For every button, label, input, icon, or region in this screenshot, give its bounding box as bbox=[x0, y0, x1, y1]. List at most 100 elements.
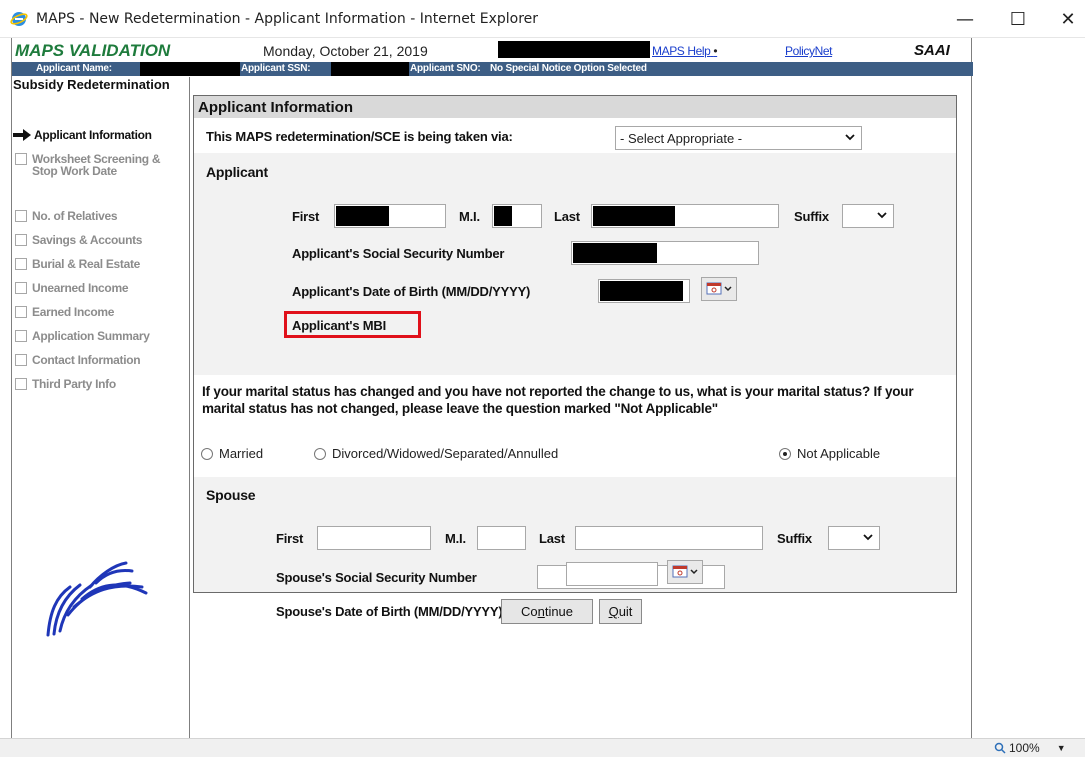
internet-explorer-icon bbox=[10, 12, 28, 26]
radio-label: Not Applicable bbox=[797, 446, 881, 461]
suffix-label: Suffix bbox=[794, 209, 829, 224]
redacted-block bbox=[494, 206, 512, 226]
radio-circle-icon bbox=[201, 447, 213, 460]
redacted-block bbox=[593, 206, 675, 226]
close-button[interactable]: ✕ bbox=[1048, 6, 1085, 32]
spouse-dob-label: Spouse's Date of Birth (MM/DD/YYYY) bbox=[276, 604, 503, 619]
sidebar-item-burial[interactable]: Burial & Real Estate bbox=[15, 258, 140, 270]
radio-divorced-widowed[interactable]: Divorced/Widowed/Separated/Annulled bbox=[314, 446, 558, 461]
suffix-select[interactable] bbox=[842, 204, 894, 228]
checkbox-icon bbox=[15, 258, 27, 270]
app-brand: MAPS VALIDATION bbox=[15, 41, 171, 60]
last-name-label: Last bbox=[554, 209, 580, 224]
spouse-dob-calendar-button[interactable] bbox=[667, 560, 703, 584]
sidebar-item-label: No. of Relatives bbox=[32, 209, 118, 223]
sidebar-item-unearned-income[interactable]: Unearned Income bbox=[15, 281, 129, 295]
zoom-icon bbox=[994, 742, 1006, 754]
checkbox-icon bbox=[15, 282, 27, 294]
status-bar: 100% ▼ bbox=[0, 738, 1085, 757]
radio-circle-icon bbox=[314, 447, 326, 460]
spouse-heading: Spouse bbox=[206, 487, 256, 503]
sidebar-item-third-party[interactable]: Third Party Info bbox=[15, 378, 116, 390]
checkbox-icon bbox=[15, 354, 27, 366]
sidebar-item-label: Burial & Real Estate bbox=[32, 257, 141, 271]
panel-heading: Applicant Information bbox=[194, 96, 956, 118]
window-title: MAPS - New Redetermination - Applicant I… bbox=[36, 11, 539, 27]
sidebar-item-worksheet[interactable]: Worksheet Screening & Stop Work Date bbox=[15, 153, 162, 177]
spouse-ssn-label: Spouse's Social Security Number bbox=[276, 570, 477, 585]
sidebar-item-label: Earned Income bbox=[32, 305, 115, 319]
redacted-block bbox=[600, 281, 683, 301]
sidebar-item-earned-income[interactable]: Earned Income bbox=[15, 306, 114, 318]
marital-section: If your marital status has changed and y… bbox=[194, 375, 956, 477]
via-select-value: - Select Appropriate - bbox=[620, 131, 743, 146]
continue-button[interactable]: Co n tinue bbox=[501, 599, 593, 624]
quit-button[interactable]: Quit bbox=[599, 599, 642, 624]
spouse-dob-input[interactable] bbox=[566, 562, 658, 586]
redacted-block bbox=[140, 62, 240, 76]
radio-selected-icon bbox=[779, 447, 791, 460]
marital-status-question: If your marital status has changed and y… bbox=[202, 384, 914, 416]
sidebar-item-label: Unearned Income bbox=[32, 281, 129, 295]
applicant-dob-label: Applicant's Date of Birth (MM/DD/YYYY) bbox=[292, 284, 531, 299]
radio-label: Divorced/Widowed/Separated/Annulled bbox=[332, 446, 559, 461]
sidebar-item-applicant-information[interactable]: Applicant Information bbox=[13, 128, 152, 142]
chevron-down-icon: ▼ bbox=[1056, 743, 1066, 753]
checkbox-icon bbox=[15, 153, 27, 165]
redacted-block bbox=[336, 206, 389, 226]
chevron-down-icon bbox=[877, 212, 887, 219]
applicant-name-label: Applicant Name: bbox=[36, 63, 112, 74]
calendar-icon bbox=[672, 565, 698, 578]
via-select[interactable]: - Select Appropriate - bbox=[615, 126, 862, 150]
applicant-dob-calendar-button[interactable] bbox=[701, 277, 737, 301]
first-name-label: First bbox=[292, 209, 320, 224]
radio-label: Married bbox=[219, 446, 264, 461]
sidebar: Subsidy Redetermination Applicant Inform… bbox=[12, 77, 190, 738]
checkbox-icon bbox=[15, 234, 27, 246]
checkbox-icon bbox=[15, 306, 27, 318]
zoom-control[interactable]: 100% ▼ bbox=[994, 741, 1066, 755]
sidebar-item-label: Contact Information bbox=[32, 353, 141, 367]
current-date: Monday, October 21, 2019 bbox=[263, 43, 428, 59]
middle-initial-label: M.I. bbox=[459, 209, 480, 224]
applicant-info-bar: Applicant Name: Applicant SSN: Applicant… bbox=[12, 62, 973, 76]
minimize-button[interactable]: — bbox=[945, 6, 985, 32]
radio-married[interactable]: Married bbox=[201, 446, 263, 461]
applicant-heading: Applicant bbox=[206, 164, 268, 180]
redacted-block bbox=[331, 62, 409, 76]
chevron-down-icon bbox=[845, 134, 855, 141]
calendar-icon bbox=[706, 282, 732, 295]
via-row: This MAPS redetermination/SCE is being t… bbox=[194, 119, 956, 153]
eagle-logo bbox=[46, 561, 148, 637]
redacted-block bbox=[573, 243, 657, 263]
checkbox-icon bbox=[15, 378, 27, 390]
applicant-ssn-label: Applicant's Social Security Number bbox=[292, 246, 505, 261]
checkbox-icon bbox=[15, 210, 27, 222]
page-content: MAPS VALIDATION Monday, October 21, 2019… bbox=[11, 38, 973, 738]
arrow-right-icon bbox=[13, 129, 31, 141]
browser-window: MAPS - New Redetermination - Applicant I… bbox=[0, 0, 1085, 757]
maps-help-link[interactable]: MAPS Help • bbox=[652, 44, 718, 58]
sidebar-item-label: Applicant Information bbox=[34, 128, 152, 142]
maximize-button[interactable]: ☐ bbox=[998, 6, 1038, 32]
policynet-link[interactable]: PolicyNet bbox=[785, 44, 832, 58]
sidebar-item-label: Third Party Info bbox=[32, 377, 116, 391]
sidebar-item-application-summary[interactable]: Application Summary bbox=[15, 330, 150, 342]
app-code: SAAI bbox=[914, 42, 950, 59]
radio-not-applicable[interactable]: Not Applicable bbox=[779, 446, 880, 461]
sidebar-title: Subsidy Redetermination bbox=[13, 77, 170, 92]
sidebar-item-label: Application Summary bbox=[32, 329, 150, 343]
checkbox-icon bbox=[15, 330, 27, 342]
applicant-sno-label: Applicant SNO: bbox=[410, 63, 481, 74]
applicant-ssn-label: Applicant SSN: bbox=[241, 63, 311, 74]
mbi-highlight-box bbox=[284, 311, 421, 338]
app-header: MAPS VALIDATION Monday, October 21, 2019… bbox=[12, 38, 973, 62]
title-bar: MAPS - New Redetermination - Applicant I… bbox=[0, 0, 1085, 38]
sidebar-item-label: Savings & Accounts bbox=[32, 233, 143, 247]
sidebar-item-relatives[interactable]: No. of Relatives bbox=[15, 209, 118, 223]
applicant-section: Applicant First M.I. Last Suffix Applica… bbox=[194, 153, 956, 375]
sidebar-item-savings[interactable]: Savings & Accounts bbox=[15, 234, 142, 246]
applicant-sno-value: No Special Notice Option Selected bbox=[490, 63, 647, 74]
via-label: This MAPS redetermination/SCE is being t… bbox=[206, 129, 513, 144]
sidebar-item-contact-information[interactable]: Contact Information bbox=[15, 353, 141, 367]
